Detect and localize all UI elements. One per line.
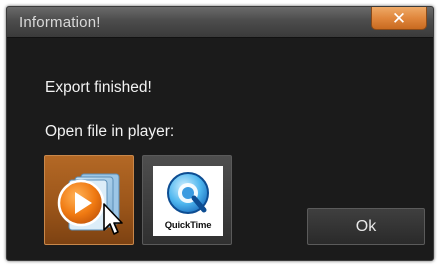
close-button[interactable]: ✕ <box>371 7 427 30</box>
open-in-player-prompt: Open file in player: <box>45 123 175 140</box>
quicktime-label: QuickTime <box>164 220 212 231</box>
information-dialog: Information! ✕ Export finished! Open fil… <box>6 6 434 261</box>
mouse-pointer-icon <box>103 203 123 235</box>
export-status-message: Export finished! <box>45 79 152 96</box>
close-icon: ✕ <box>391 8 407 29</box>
quicktime-logo-card: QuickTime <box>153 166 223 236</box>
ok-button[interactable]: Ok <box>307 208 425 245</box>
quicktime-icon <box>167 172 209 214</box>
media-player-button[interactable] <box>44 155 134 245</box>
dialog-title: Information! <box>19 14 101 31</box>
title-bar[interactable]: Information! ✕ <box>7 7 433 38</box>
quicktime-button[interactable]: QuickTime <box>142 155 232 245</box>
